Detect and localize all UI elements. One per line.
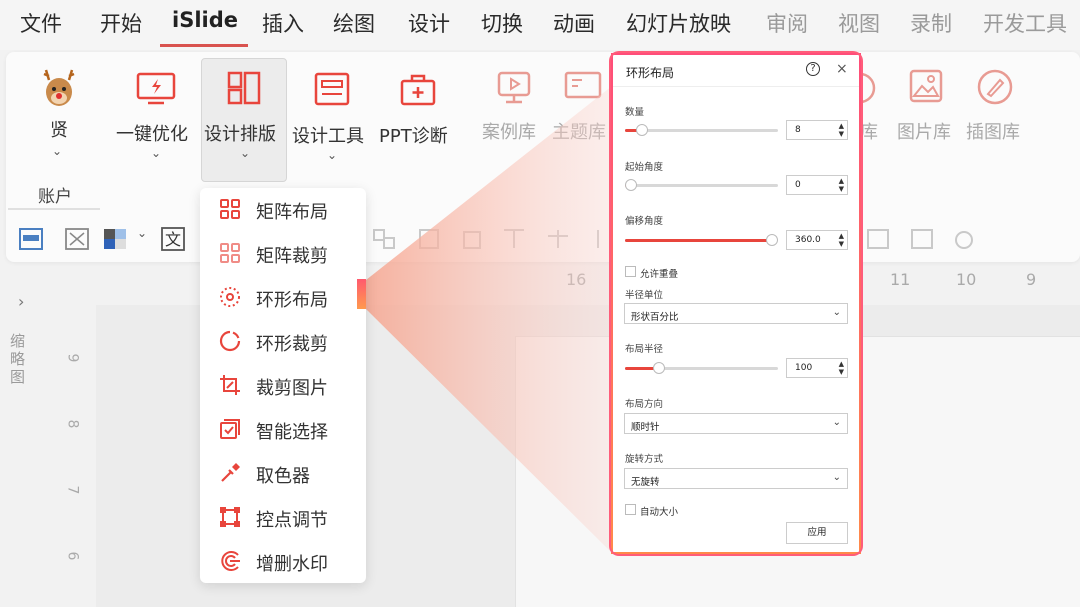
layout-direction-label: 布局方向 bbox=[625, 399, 664, 410]
count-spinbox[interactable]: 8 ▲ ▼ bbox=[786, 120, 848, 140]
radius-unit-label: 半径单位 bbox=[625, 290, 664, 301]
dropdown-item-label: 裁剪图片 bbox=[256, 378, 328, 399]
start-angle-spinbox[interactable]: 0 ▲ ▼ bbox=[786, 175, 848, 195]
auto-size-label: 自动大小 bbox=[640, 507, 679, 518]
count-slider[interactable] bbox=[625, 124, 778, 136]
layout-radius-slider[interactable] bbox=[625, 362, 778, 374]
chevron-down-icon: ⌄ bbox=[832, 307, 841, 318]
offset-angle-slider-fill bbox=[625, 239, 772, 242]
dropdown-item-matrix-layout[interactable]: 矩阵布局 bbox=[200, 188, 366, 232]
highlight-projection bbox=[366, 86, 612, 553]
start-angle-slider-thumb[interactable] bbox=[625, 179, 637, 191]
help-icon[interactable]: ? bbox=[806, 62, 820, 76]
allow-overlap-checkbox[interactable] bbox=[625, 266, 636, 277]
allow-overlap-label: 允许重叠 bbox=[640, 269, 679, 280]
radius-unit-value: 形状百分比 bbox=[631, 312, 679, 323]
watermark-icon bbox=[221, 551, 240, 571]
dropdown-item-label: 智能选择 bbox=[256, 422, 328, 443]
offset-angle-slider[interactable] bbox=[625, 234, 778, 246]
smart-select-icon bbox=[220, 419, 240, 439]
apply-button[interactable]: 应用 bbox=[786, 522, 848, 544]
count-slider-thumb[interactable] bbox=[636, 124, 648, 136]
rotation-mode-value: 无旋转 bbox=[631, 477, 660, 488]
layout-radius-slider-thumb[interactable] bbox=[653, 362, 665, 374]
rotation-mode-label: 旋转方式 bbox=[625, 454, 664, 465]
rotation-mode-select[interactable]: 无旋转 ⌄ bbox=[624, 468, 848, 489]
dialog-title: 环形布局 bbox=[626, 66, 675, 80]
dropdown-item-label: 取色器 bbox=[256, 466, 310, 487]
offset-angle-slider-thumb[interactable] bbox=[766, 234, 778, 246]
dropdown-item-control-points[interactable]: 控点调节 bbox=[200, 496, 366, 540]
dropdown-item-color-picker[interactable]: 取色器 bbox=[200, 452, 366, 496]
ring-layout-icon bbox=[220, 287, 240, 307]
dropdown-item-matrix-crop[interactable]: 矩阵裁剪 bbox=[200, 232, 366, 276]
layout-radius-spinbox[interactable]: 100 ▲ ▼ bbox=[786, 358, 848, 378]
crop-icon bbox=[220, 375, 240, 395]
count-label: 数量 bbox=[625, 107, 645, 118]
design-layout-dropdown: 矩阵布局 矩阵裁剪 环形布局 环形裁剪 裁剪图片 智能选择 取色器 控点调节 增… bbox=[200, 188, 366, 583]
ring-crop-icon bbox=[219, 330, 241, 352]
dropdown-item-label: 矩阵布局 bbox=[256, 202, 328, 223]
chevron-down-icon: ⌄ bbox=[832, 417, 841, 428]
start-angle-label: 起始角度 bbox=[625, 162, 664, 173]
spin-arrows-icon[interactable]: ▲ ▼ bbox=[839, 177, 844, 193]
close-icon[interactable]: × bbox=[836, 61, 848, 77]
dropdown-item-crop-image[interactable]: 裁剪图片 bbox=[200, 364, 366, 408]
layout-direction-select[interactable]: 顺时针 ⌄ bbox=[624, 413, 848, 434]
selected-item-marker bbox=[357, 279, 366, 309]
layout-radius-label: 布局半径 bbox=[625, 344, 664, 355]
dropdown-item-smart-select[interactable]: 智能选择 bbox=[200, 408, 366, 452]
radius-unit-select[interactable]: 形状百分比 ⌄ bbox=[624, 303, 848, 324]
dialog-header-divider bbox=[613, 86, 859, 87]
auto-size-checkbox[interactable] bbox=[625, 504, 636, 515]
chevron-down-icon: ⌄ bbox=[832, 472, 841, 483]
offset-angle-value: 360.0 bbox=[795, 235, 821, 245]
start-angle-slider[interactable] bbox=[625, 179, 778, 191]
spin-arrows-icon[interactable]: ▲ ▼ bbox=[839, 232, 844, 248]
dropdown-item-label: 环形裁剪 bbox=[256, 334, 328, 355]
dropdown-item-label: 控点调节 bbox=[256, 510, 328, 531]
spin-arrows-icon[interactable]: ▲ ▼ bbox=[839, 360, 844, 376]
count-value: 8 bbox=[795, 125, 801, 135]
control-point-icon bbox=[220, 507, 240, 527]
dropdown-item-label: 增删水印 bbox=[256, 554, 328, 575]
grid-crop-icon bbox=[220, 243, 240, 263]
dropdown-item-watermark[interactable]: 增删水印 bbox=[200, 540, 366, 584]
spin-arrows-icon[interactable]: ▲ ▼ bbox=[839, 122, 844, 138]
dropdown-item-ring-layout[interactable]: 环形布局 bbox=[200, 276, 366, 320]
dropdown-item-ring-crop[interactable]: 环形裁剪 bbox=[200, 320, 366, 364]
grid-icon bbox=[220, 199, 240, 219]
offset-angle-spinbox[interactable]: 360.0 ▲ ▼ bbox=[786, 230, 848, 250]
offset-angle-label: 偏移角度 bbox=[625, 216, 664, 227]
start-angle-value: 0 bbox=[795, 180, 801, 190]
layout-direction-value: 顺时针 bbox=[631, 422, 660, 433]
eyedropper-icon bbox=[221, 463, 240, 482]
dropdown-item-label: 矩阵裁剪 bbox=[256, 246, 328, 267]
layout-radius-value: 100 bbox=[795, 363, 813, 373]
dropdown-item-label: 环形布局 bbox=[256, 290, 328, 311]
